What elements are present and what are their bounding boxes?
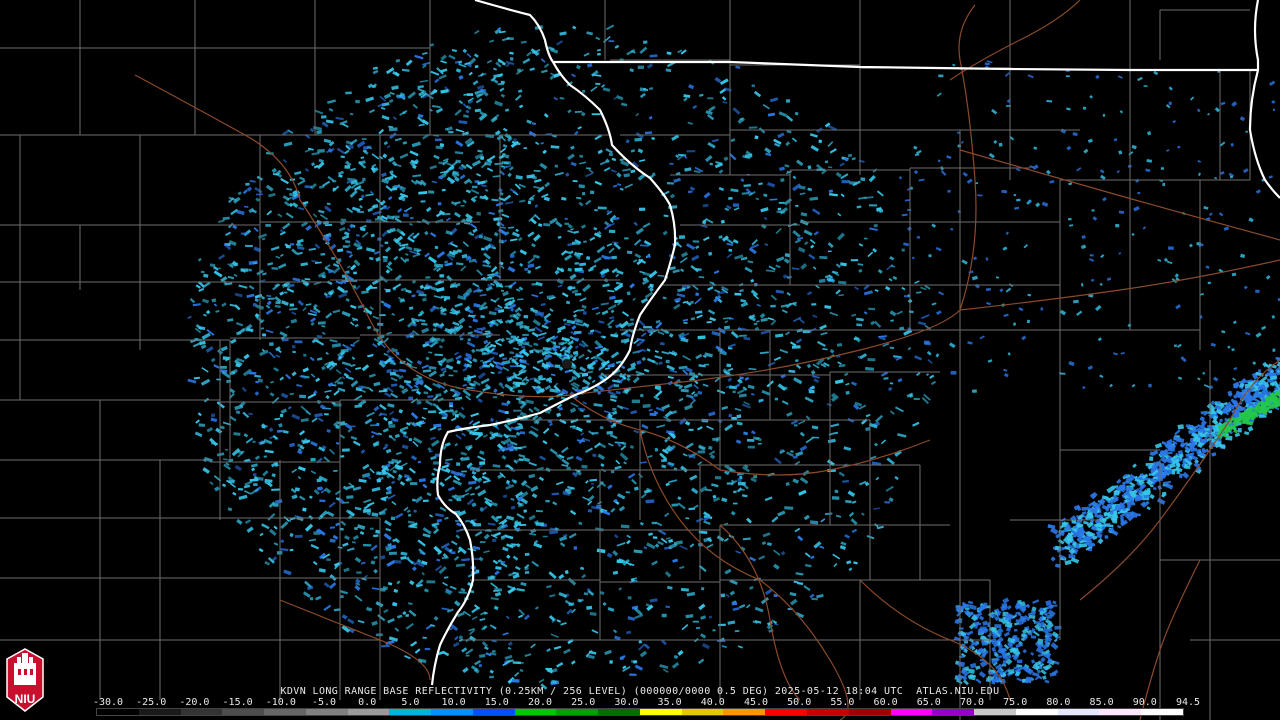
colorbar-segment — [1057, 709, 1100, 715]
colorbar-segment — [514, 709, 557, 715]
colorbar-tick-label: 65.0 — [916, 697, 941, 708]
colorbar-segment — [389, 709, 432, 715]
colorbar-tick-label: 45.0 — [743, 697, 769, 708]
colorbar-tick-label: -10.0 — [265, 697, 296, 708]
colorbar-segment — [974, 709, 1016, 715]
logo-text: NIU — [15, 692, 36, 706]
colorbar-tick-label: -25.0 — [136, 697, 167, 708]
colorbar-segment — [1015, 709, 1058, 715]
colorbar-segment — [222, 709, 265, 715]
colorbar-segment — [1141, 709, 1183, 715]
colorbar-segment — [305, 709, 348, 715]
reflectivity-colorbar — [96, 708, 1184, 716]
colorbar-tick-label: 30.0 — [614, 697, 639, 708]
colorbar-segment — [598, 709, 640, 715]
colorbar-segment — [1099, 709, 1142, 715]
colorbar-segment — [723, 709, 766, 715]
colorbar-tick-label: -20.0 — [179, 697, 210, 708]
colorbar-segment — [848, 709, 891, 715]
colorbar-segment — [765, 709, 808, 715]
colorbar-segment — [180, 709, 223, 715]
colorbar-tick-label: 70.0 — [959, 697, 985, 708]
colorbar-tick-label: 94.5 — [1175, 697, 1201, 708]
colorbar-tick-label: -30.0 — [92, 697, 124, 708]
colorbar-segment — [97, 709, 139, 715]
colorbar-tick-label: 20.0 — [527, 697, 553, 708]
product-caption: KDVN LONG RANGE BASE REFLECTIVITY (0.25K… — [280, 686, 1000, 697]
colorbar-segment — [890, 709, 933, 715]
colorbar-segment — [639, 709, 682, 715]
radar-map — [0, 0, 1280, 720]
colorbar-tick-label: 85.0 — [1089, 697, 1114, 708]
colorbar-tick-label: 60.0 — [873, 697, 898, 708]
colorbar-tick-label: -5.0 — [311, 697, 337, 708]
colorbar-tick-label: 80.0 — [1046, 697, 1071, 708]
colorbar-segment — [264, 709, 306, 715]
colorbar-segment — [347, 709, 390, 715]
colorbar-tick-label: 35.0 — [657, 697, 682, 708]
colorbar-segment — [932, 709, 975, 715]
radar-site-marker — [562, 359, 572, 369]
colorbar-tick-label: 10.0 — [441, 697, 466, 708]
colorbar-tick-label: 0.0 — [358, 697, 377, 708]
colorbar-segment — [681, 709, 724, 715]
colorbar-tick-label: 15.0 — [484, 697, 509, 708]
colorbar-tick-label: 40.0 — [700, 697, 725, 708]
colorbar-tick-label: 75.0 — [1003, 697, 1028, 708]
colorbar-segment — [472, 709, 515, 715]
colorbar-tick-label: 55.0 — [830, 697, 855, 708]
colorbar-segment — [807, 709, 849, 715]
colorbar-tick-label: -15.0 — [222, 697, 253, 708]
colorbar-tick-label: 50.0 — [787, 697, 812, 708]
colorbar-tick-label: 25.0 — [571, 697, 596, 708]
colorbar-tick-label: 90.0 — [1132, 697, 1157, 708]
colorbar-tick-label: 5.0 — [401, 697, 420, 708]
colorbar-segment — [138, 709, 181, 715]
niu-logo: NIU — [6, 648, 44, 712]
colorbar-segment — [556, 709, 599, 715]
colorbar-segment — [431, 709, 473, 715]
